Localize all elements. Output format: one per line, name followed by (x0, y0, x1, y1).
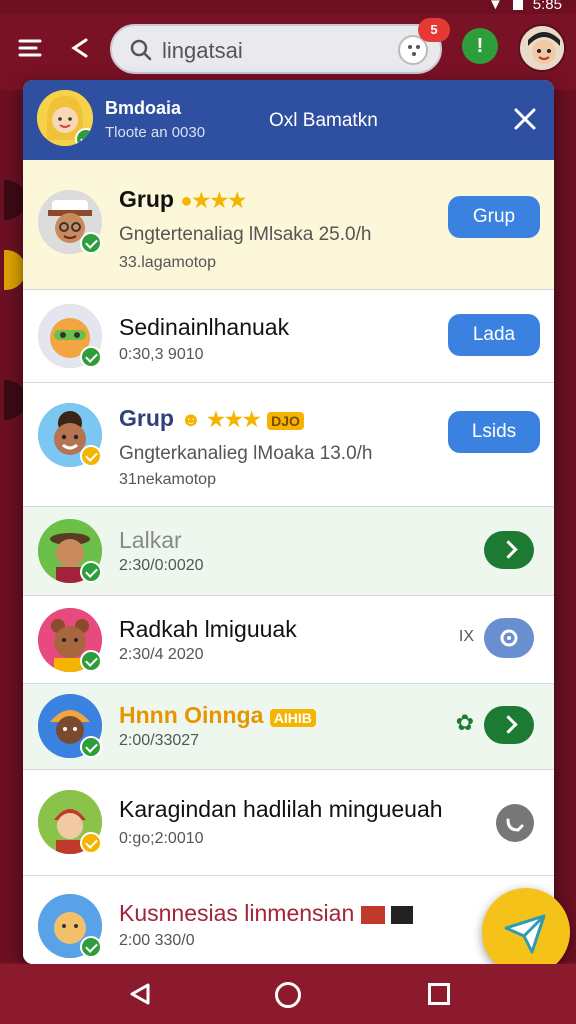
search-icon (130, 39, 152, 61)
phone-icon (500, 629, 518, 647)
nav-recent-icon[interactable] (428, 983, 450, 1005)
join-button[interactable]: Grup (448, 196, 540, 238)
chat-list-dialog: Bmdoaia Tloote an 0030 Oxl Bamatkn Grup … (23, 80, 554, 964)
join-button[interactable]: Lada (448, 314, 540, 356)
star-rating-icon: ☻ ★★★ (180, 409, 261, 431)
alert-icon[interactable]: ! (462, 28, 498, 64)
notification-badge[interactable]: 5 (418, 18, 450, 42)
open-chat-button[interactable] (484, 531, 534, 569)
contact-name: Hnnn Oinnga AIHIB (119, 702, 316, 729)
paper-plane-icon (504, 914, 546, 954)
menu-icon[interactable] (16, 34, 44, 62)
close-icon[interactable] (512, 106, 538, 132)
list-item[interactable]: Sedinainlhanuak 0:30,3 9010 Lada (23, 290, 554, 383)
verified-icon (80, 232, 102, 254)
contact-name-text: Kusnnesias linmensian (119, 900, 355, 926)
contact-name: Kusnnesias linmensian (119, 900, 414, 927)
status-icons: ▼ 5:85 (488, 0, 562, 13)
contact-meta: 31nekamotop (119, 471, 216, 488)
contact-status: Gngterkanalieg lMoaka 13.0/h (119, 443, 373, 464)
open-chat-button[interactable] (484, 706, 534, 744)
contact-name: Lalkar (119, 527, 182, 553)
profile-avatar[interactable] (518, 24, 566, 72)
list-item[interactable]: Hnnn Oinnga AIHIB 2:00/33027 ✿ (23, 684, 554, 770)
refresh-icon[interactable] (496, 804, 534, 842)
contact-name: Radkah lmiguuak (119, 616, 297, 642)
app-bar: lingatsai 5 ! (0, 14, 576, 90)
list-item[interactable]: Karagindan hadlilah mingueuah 0:go;2:001… (23, 770, 554, 876)
list-item[interactable]: Radkah lmiguuak 2:30/4 2020 IX (23, 596, 554, 684)
group-title: Bmdoaia (105, 98, 182, 118)
nav-home-icon[interactable] (275, 982, 301, 1008)
star-rating-icon: ●★★★ (180, 190, 247, 212)
contact-meta: 2:30/4 2020 (119, 646, 204, 663)
verified-icon (80, 936, 102, 958)
list-item[interactable]: Lalkar 2:30/0:0020 (23, 507, 554, 596)
contact-meta: 2:30/0:0020 (119, 557, 204, 574)
status-bar: ▼ 5:85 (0, 0, 576, 14)
voice-call-button[interactable] (484, 618, 534, 658)
contact-name-text: Hnnn Oinnga (119, 702, 264, 728)
contact-meta: 33.lagamotop (119, 254, 216, 271)
back-icon[interactable] (66, 34, 92, 62)
search-bar[interactable]: lingatsai (110, 24, 442, 74)
join-button[interactable]: Lsids (448, 411, 540, 453)
verified-icon (80, 736, 102, 758)
system-nav-bar (0, 964, 576, 1024)
star-icon: ✿ (455, 710, 474, 735)
contact-name-text: Grup (119, 405, 174, 431)
nav-back-icon[interactable] (128, 982, 152, 1006)
compose-button[interactable] (482, 888, 570, 976)
group-avatar[interactable] (37, 90, 93, 146)
status-time: 5:85 (532, 0, 562, 13)
contact-name: Grup ●★★★ (119, 186, 246, 213)
contact-name: Grup ☻ ★★★ DJO (119, 405, 304, 432)
verified-icon (80, 346, 102, 368)
battery-icon (512, 0, 523, 10)
grid-icon (391, 905, 414, 924)
list-item[interactable]: Grup ●★★★ Gngtertenaliag lMlsaka 25.0/h … (23, 160, 554, 290)
search-input[interactable]: lingatsai (162, 38, 243, 64)
side-label: IX (458, 628, 474, 645)
list-item[interactable]: Kusnnesias linmensian 2:00 330/0 (23, 880, 554, 964)
contact-name-text: Grup (119, 186, 174, 212)
flag-icon (360, 905, 385, 924)
group-subtitle: Tloote an 0030 (105, 124, 206, 141)
contact-meta: 2:00/33027 (119, 732, 200, 749)
header-center-label: Oxl Bamatkn (269, 110, 378, 131)
contact-status: Gngtertenaliag lMlsaka 25.0/h (119, 224, 372, 245)
contact-meta: 2:00 330/0 (119, 932, 195, 949)
contact-name: Karagindan hadlilah mingueuah (119, 796, 443, 822)
dialog-header: Bmdoaia Tloote an 0030 Oxl Bamatkn (23, 80, 554, 160)
verified-icon (80, 832, 102, 854)
tag-badge: AIHIB (269, 709, 316, 727)
verified-icon (75, 128, 93, 146)
contact-meta: 0:30,3 9010 (119, 346, 204, 363)
verified-icon (80, 650, 102, 672)
signal-icon: ▼ (487, 0, 503, 13)
verified-icon (80, 445, 102, 467)
verified-icon (80, 561, 102, 583)
list-item[interactable]: Grup ☻ ★★★ DJO Gngterkanalieg lMoaka 13.… (23, 383, 554, 507)
contact-meta: 0:go;2:0010 (119, 830, 204, 847)
contact-name: Sedinainlhanuak (119, 314, 290, 340)
tag-badge: DJO (267, 412, 304, 430)
